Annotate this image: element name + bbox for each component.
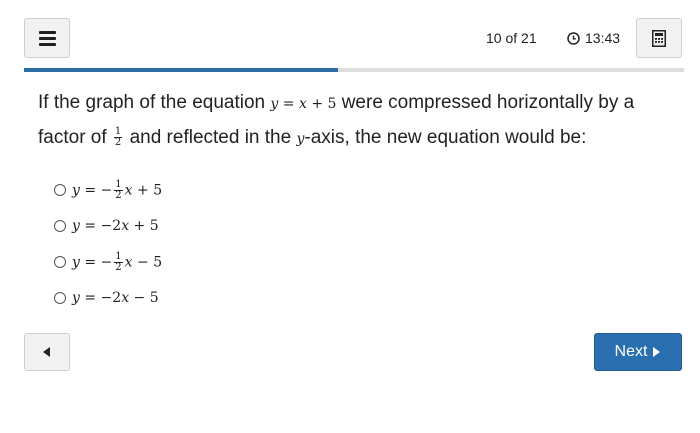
answer-equation: y = −2x − 5 — [72, 290, 159, 306]
fraction-denominator: 2 — [114, 137, 122, 149]
radio-button[interactable] — [54, 220, 66, 232]
answer-option[interactable]: y = −1 2 x − 5 — [54, 244, 162, 280]
answer-equation: y = −1 2 x + 5 — [72, 178, 163, 201]
answer-equation: y = −2x + 5 — [72, 218, 159, 234]
option-var-x: x — [121, 290, 130, 306]
hamburger-menu-icon-bar — [38, 36, 56, 40]
answer-option[interactable]: y = −1 2 x + 5 — [54, 172, 162, 208]
option-var-y: y — [72, 218, 80, 234]
timer: 13:43 — [567, 30, 620, 46]
option-var-y: y — [72, 254, 80, 270]
option-var-y: y — [72, 290, 80, 306]
fraction-numerator: 1 — [114, 178, 123, 191]
option-fraction: 12 — [114, 178, 123, 201]
option-var-x: x — [124, 182, 133, 198]
option-constant: + 5 — [132, 182, 163, 198]
equation-equals: = — [278, 96, 299, 112]
next-button[interactable]: Next — [594, 333, 682, 371]
menu-button[interactable] — [24, 18, 70, 58]
answer-options: y = −1 2 x + 5 y = −2x + 5 y = −1 2 x − 5 y … — [54, 172, 162, 316]
option-constant: − 5 — [129, 290, 159, 306]
question-fraction: 12 — [113, 127, 123, 149]
question-text-part: and reflected in the — [124, 127, 297, 148]
option-equals: = − — [79, 254, 113, 270]
option-equals: = − — [79, 182, 113, 198]
question-equation: y = x + 5 — [270, 96, 336, 112]
option-constant: + 5 — [129, 218, 159, 234]
radio-button[interactable] — [54, 292, 66, 304]
option-equals: = −2 — [79, 290, 122, 306]
option-constant: − 5 — [132, 254, 163, 270]
question-counter: 10 of 21 — [486, 30, 537, 46]
fraction-numerator: 1 — [114, 250, 123, 263]
equation-constant: + 5 — [306, 96, 337, 112]
option-var-x: x — [121, 218, 130, 234]
option-equals: = −2 — [79, 218, 122, 234]
option-var-y: y — [72, 182, 80, 198]
calculator-icon — [652, 29, 666, 47]
progress-bar-fill — [24, 68, 339, 72]
question-text-part: -axis, the new equation would be: — [304, 127, 587, 148]
answer-equation: y = −1 2 x − 5 — [72, 250, 163, 273]
fraction-denominator: 2 — [115, 261, 122, 273]
timer-text: 13:43 — [585, 30, 621, 46]
option-var-x: x — [124, 254, 133, 270]
triangle-right-icon — [653, 347, 661, 357]
radio-button[interactable] — [54, 256, 66, 268]
triangle-left-icon — [43, 347, 50, 357]
clock-icon — [567, 31, 580, 45]
question-text: If the graph of the equation y = x + 5 w… — [38, 86, 678, 156]
calculator-button[interactable] — [636, 18, 682, 58]
back-button[interactable] — [24, 333, 70, 371]
hamburger-menu-icon-bar — [38, 42, 56, 46]
progress-bar — [24, 68, 684, 72]
equation-var-x: x — [298, 96, 307, 112]
hamburger-menu-icon — [38, 30, 56, 34]
fraction-denominator: 2 — [115, 189, 122, 201]
answer-option[interactable]: y = −2x + 5 — [54, 208, 162, 244]
next-button-label: Next — [614, 343, 648, 360]
question-text-part: If the graph of the equation — [38, 92, 271, 113]
option-fraction: 12 — [114, 250, 123, 273]
radio-button[interactable] — [54, 184, 66, 196]
answer-option[interactable]: y = −2x − 5 — [54, 280, 162, 316]
